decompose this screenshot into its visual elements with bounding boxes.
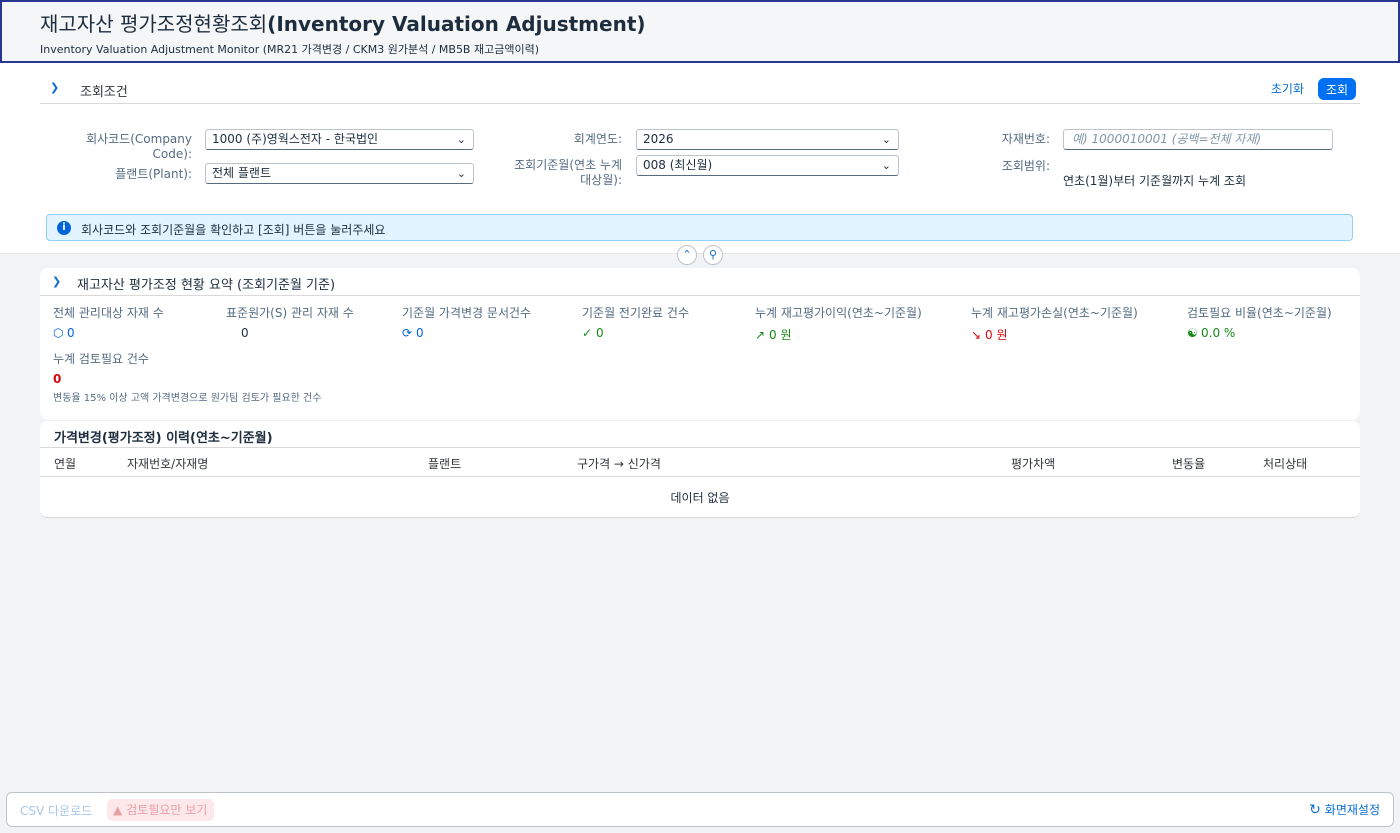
chevron-down-icon: ⌄ (456, 167, 466, 180)
review-icon: ☯ (1187, 326, 1198, 340)
summary-panel: ❯ 재고자산 평가조정 현황 요약 (조회기준월 기준) 전체 관리대상 자재 … (40, 268, 1360, 420)
info-message-strip: i 회사코드와 조회기준월을 확인하고 [조회] 버튼을 눌러주세요 (46, 214, 1353, 241)
kpi-standard-cost-materials: 표준원가(S) 관리 자재 수 0 (226, 304, 354, 340)
column-header[interactable]: 연월 (54, 455, 76, 472)
kpi-note: 변동율 15% 이상 고액 가격변경으로 원가팀 검토가 필요한 건수 (53, 393, 322, 404)
material-input[interactable]: 예) 1000010001 (공백=전체 자재) (1063, 129, 1333, 150)
kpi-label: 표준원가(S) 관리 자재 수 (226, 306, 354, 320)
collapse-header-icon[interactable]: ⌃ (677, 245, 697, 265)
kpi-label: 전체 관리대상 자재 수 (53, 306, 164, 320)
kpi-posted-count: 기준월 전기완료 건수 ✓ 0 (582, 304, 689, 340)
plant-label: 플랜트(Plant): (115, 167, 192, 181)
reset-screen-label: 화면재설정 (1324, 803, 1380, 817)
refresh-icon: ⟳ (402, 326, 413, 340)
kpi-price-change-docs: 기준월 가격변경 문서건수 ⟳ 0 (402, 304, 531, 340)
page-title-ko: 재고자산 평가조정현황조회 (40, 12, 268, 36)
company-code-label: 회사코드(Company Code): (86, 132, 192, 161)
period-label: 조회기준월(연초 누계 대상월): (490, 158, 622, 188)
search-button[interactable]: 조회 (1317, 78, 1356, 100)
reset-screen-button[interactable]: ↻ 화면재설정 (1309, 801, 1380, 818)
review-only-label: 검토필요만 보기 (126, 803, 208, 817)
trend-down-icon: ↘ (971, 328, 982, 342)
kpi-value: 0.0 % (1201, 326, 1236, 340)
kpi-label: 기준월 가격변경 문서건수 (402, 306, 532, 320)
column-header[interactable]: 자재번호/자재명 (127, 455, 208, 472)
column-header[interactable]: 변동율 (1172, 455, 1205, 472)
checkmark-icon: ✓ (582, 326, 593, 340)
kpi-total-materials: 전체 관리대상 자재 수 ⬡ 0 (53, 304, 164, 340)
collapse-chevron-icon[interactable]: ❯ (50, 81, 59, 94)
fiscal-year-label: 회계연도: (573, 132, 622, 146)
kpi-cumulative-loss: 누계 재고평가손실(연초~기준월) ↘ 0 원 (971, 304, 1138, 343)
info-icon: i (57, 221, 71, 235)
collapse-chevron-icon[interactable]: ❯ (52, 275, 61, 288)
kpi-value: 0 (416, 326, 424, 340)
filter-bar: ❯ 조회조건 초기화 조회 회사코드(Company Code): 1000 (… (0, 63, 1400, 254)
fiscal-year-select[interactable]: 2026 ⌄ (636, 129, 899, 150)
kpi-value: 0 원 (769, 328, 792, 342)
history-table: 가격변경(평가조정) 이력(연초~기준월) 연월 자재번호/자재명 플랜트 구가… (40, 421, 1360, 518)
csv-download-button[interactable]: CSV 다운로드 (20, 802, 92, 819)
cube-icon: ⬡ (53, 326, 64, 340)
period-label-line2: 대상월): (580, 173, 622, 187)
column-header[interactable]: 처리상태 (1263, 455, 1307, 472)
table-header-row: 연월 자재번호/자재명 플랜트 구가격 → 신가격 평가차액 변동율 처리상태 (40, 447, 1360, 477)
page-title-en: (Inventory Valuation Adjustment) (267, 12, 646, 36)
page-title: 재고자산 평가조정현황조회(Inventory Valuation Adjust… (40, 10, 1360, 38)
kpi-value: 0 (241, 326, 249, 340)
summary-header: ❯ 재고자산 평가조정 현황 요약 (조회기준월 기준) (40, 268, 1360, 296)
trend-up-icon: ↗ (755, 328, 766, 342)
kpi-label: 누계 재고평가이익(연초~기준월) (755, 306, 922, 320)
kpi-label: 누계 재고평가손실(연초~기준월) (971, 306, 1138, 320)
kpi-value: 0 (53, 372, 62, 386)
kpi-label: 누계 검토필요 건수 (53, 352, 149, 366)
footer-toolbar: CSV 다운로드 ▲ 검토필요만 보기 ↻ 화면재설정 (6, 792, 1394, 827)
summary-title: 재고자산 평가조정 현황 요약 (조회기준월 기준) (77, 278, 336, 293)
range-value: 연초(1월)부터 기준월까지 누계 조회 (1063, 174, 1247, 188)
period-label-line1: 조회기준월(연초 누계 (514, 158, 622, 172)
pin-header-icon[interactable]: ⚲ (703, 245, 723, 265)
kpi-review-ratio: 검토필요 비율(연초~기준월) ☯ 0.0 % (1187, 304, 1332, 340)
no-data-text: 데이터 없음 (670, 491, 730, 505)
period-select[interactable]: 008 (최신월) ⌄ (636, 155, 899, 176)
review-only-button[interactable]: ▲ 검토필요만 보기 (107, 799, 215, 821)
kpi-value: 0 원 (985, 328, 1008, 342)
page-header: 재고자산 평가조정현황조회(Inventory Valuation Adjust… (0, 0, 1400, 63)
fiscal-year-value: 2026 (643, 132, 674, 146)
column-header[interactable]: 평가차액 (1011, 455, 1055, 472)
kpi-label: 검토필요 비율(연초~기준월) (1187, 306, 1332, 320)
kpi-cumulative-gain: 누계 재고평가이익(연초~기준월) ↗ 0 원 (755, 304, 922, 343)
range-label: 조회범위: (1001, 159, 1050, 173)
chevron-down-icon: ⌄ (456, 133, 466, 146)
column-header[interactable]: 구가격 → 신가격 (577, 455, 661, 472)
kpi-value: 0 (67, 326, 75, 340)
page-subtitle: Inventory Valuation Adjustment Monitor (… (40, 43, 539, 56)
period-value: 008 (최신월) (643, 158, 713, 172)
warning-icon: ▲ (113, 803, 123, 817)
filter-bar-header: ❯ 조회조건 초기화 조회 (40, 77, 1360, 104)
refresh-icon: ↻ (1309, 802, 1321, 818)
chevron-down-icon: ⌄ (881, 133, 891, 146)
filter-bar-title: 조회조건 (80, 85, 128, 100)
kpi-review-needed-count: 누계 검토필요 건수 0 변동율 15% 이상 고액 가격변경으로 원가팀 검토… (53, 350, 321, 404)
plant-value: 전체 플랜트 (212, 166, 272, 180)
plant-select[interactable]: 전체 플랜트 ⌄ (205, 163, 474, 184)
column-header[interactable]: 플랜트 (428, 455, 461, 472)
chevron-down-icon: ⌄ (881, 159, 891, 172)
material-label: 자재번호: (1001, 132, 1050, 146)
reset-button[interactable]: 초기화 (1271, 80, 1304, 97)
company-code-select[interactable]: 1000 (주)영웍스전자 - 한국법인 ⌄ (205, 129, 474, 150)
info-message-text: 회사코드와 조회기준월을 확인하고 [조회] 버튼을 눌러주세요 (81, 223, 386, 237)
history-table-title: 가격변경(평가조정) 이력(연초~기준월) (54, 431, 273, 446)
kpi-value: 0 (596, 326, 604, 340)
kpi-label: 기준월 전기완료 건수 (582, 306, 689, 320)
company-code-value: 1000 (주)영웍스전자 - 한국법인 (212, 132, 379, 146)
